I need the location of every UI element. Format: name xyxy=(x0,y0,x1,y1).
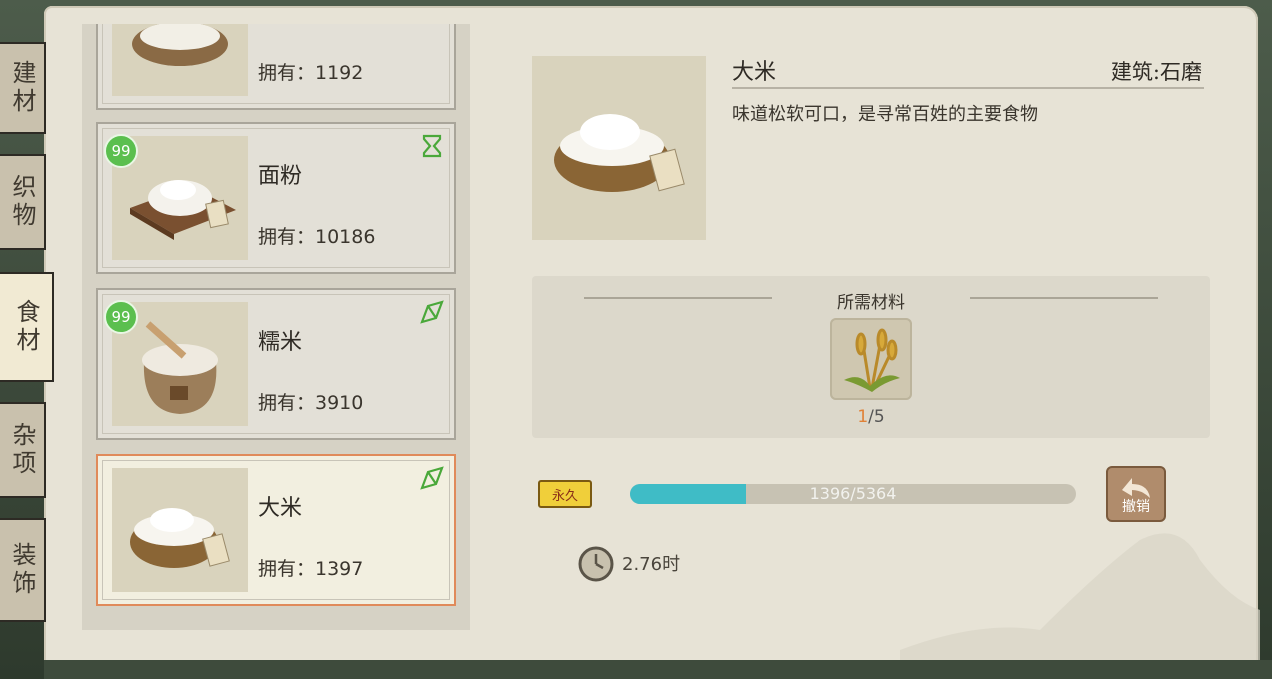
owned-count: 拥有：1397 xyxy=(258,558,364,580)
detail-description: 味道松软可口，是寻常百姓的主要食物 xyxy=(732,104,1038,125)
required-materials-panel: 所需材料 1/5 xyxy=(532,276,1210,438)
rice-bowl-icon xyxy=(112,24,248,96)
item-name: 糯米 xyxy=(258,330,303,355)
item-card[interactable]: 99 糯米 拥有：3910 xyxy=(96,288,456,440)
mountain-decoration xyxy=(900,533,1260,660)
tab-misc[interactable]: 杂项 xyxy=(0,402,46,498)
ribbon-icon xyxy=(420,300,444,324)
quality-badge: 99 xyxy=(104,300,138,334)
item-name: 面粉 xyxy=(258,164,303,189)
detail-building: 建筑:石磨 xyxy=(1110,60,1202,84)
material-have: 1 xyxy=(857,407,869,427)
rice-basket-icon xyxy=(112,468,248,592)
tab-building-materials[interactable]: 建材 xyxy=(0,42,46,134)
item-card[interactable]: 99 面粉 拥有：10186 xyxy=(96,122,456,274)
item-name: 大米 xyxy=(258,496,303,521)
tab-food[interactable]: 食材 xyxy=(0,272,54,382)
material-slot[interactable] xyxy=(830,318,912,400)
production-time: 2.76时 xyxy=(622,554,681,575)
tab-decorations[interactable]: 装饰 xyxy=(0,518,46,622)
clock-icon xyxy=(578,546,614,582)
bottom-frame xyxy=(44,660,1272,679)
ribbon-icon xyxy=(420,466,444,490)
owned-count: 拥有：3910 xyxy=(258,392,364,414)
tab-label: 杂项 xyxy=(8,422,36,478)
permanent-badge: 永久 xyxy=(538,480,592,508)
item-card[interactable]: 拥有：1192 xyxy=(96,24,456,110)
tab-label: 装饰 xyxy=(8,542,36,598)
material-need: /5 xyxy=(868,407,885,427)
material-count: 1/5 xyxy=(532,407,1210,427)
detail-item-name: 大米 xyxy=(732,60,777,85)
owned-count: 拥有：1192 xyxy=(258,62,364,84)
item-card-selected[interactable]: 大米 拥有：1397 xyxy=(96,454,456,606)
tab-label: 织物 xyxy=(8,174,36,230)
tab-textiles[interactable]: 织物 xyxy=(0,154,46,250)
quality-badge: 99 xyxy=(104,134,138,168)
divider xyxy=(732,87,1204,89)
hourglass-icon xyxy=(420,134,444,158)
item-list[interactable]: 拥有：1192 99 面粉 拥有：10186 99 糯米 拥有：3910 大米 … xyxy=(82,24,470,630)
tab-label: 食材 xyxy=(12,299,40,355)
materials-title: 所需材料 xyxy=(837,293,905,313)
tab-label: 建材 xyxy=(8,60,36,116)
detail-item-image xyxy=(532,56,706,240)
owned-count: 拥有：10186 xyxy=(258,226,376,248)
wheat-icon xyxy=(844,328,900,392)
